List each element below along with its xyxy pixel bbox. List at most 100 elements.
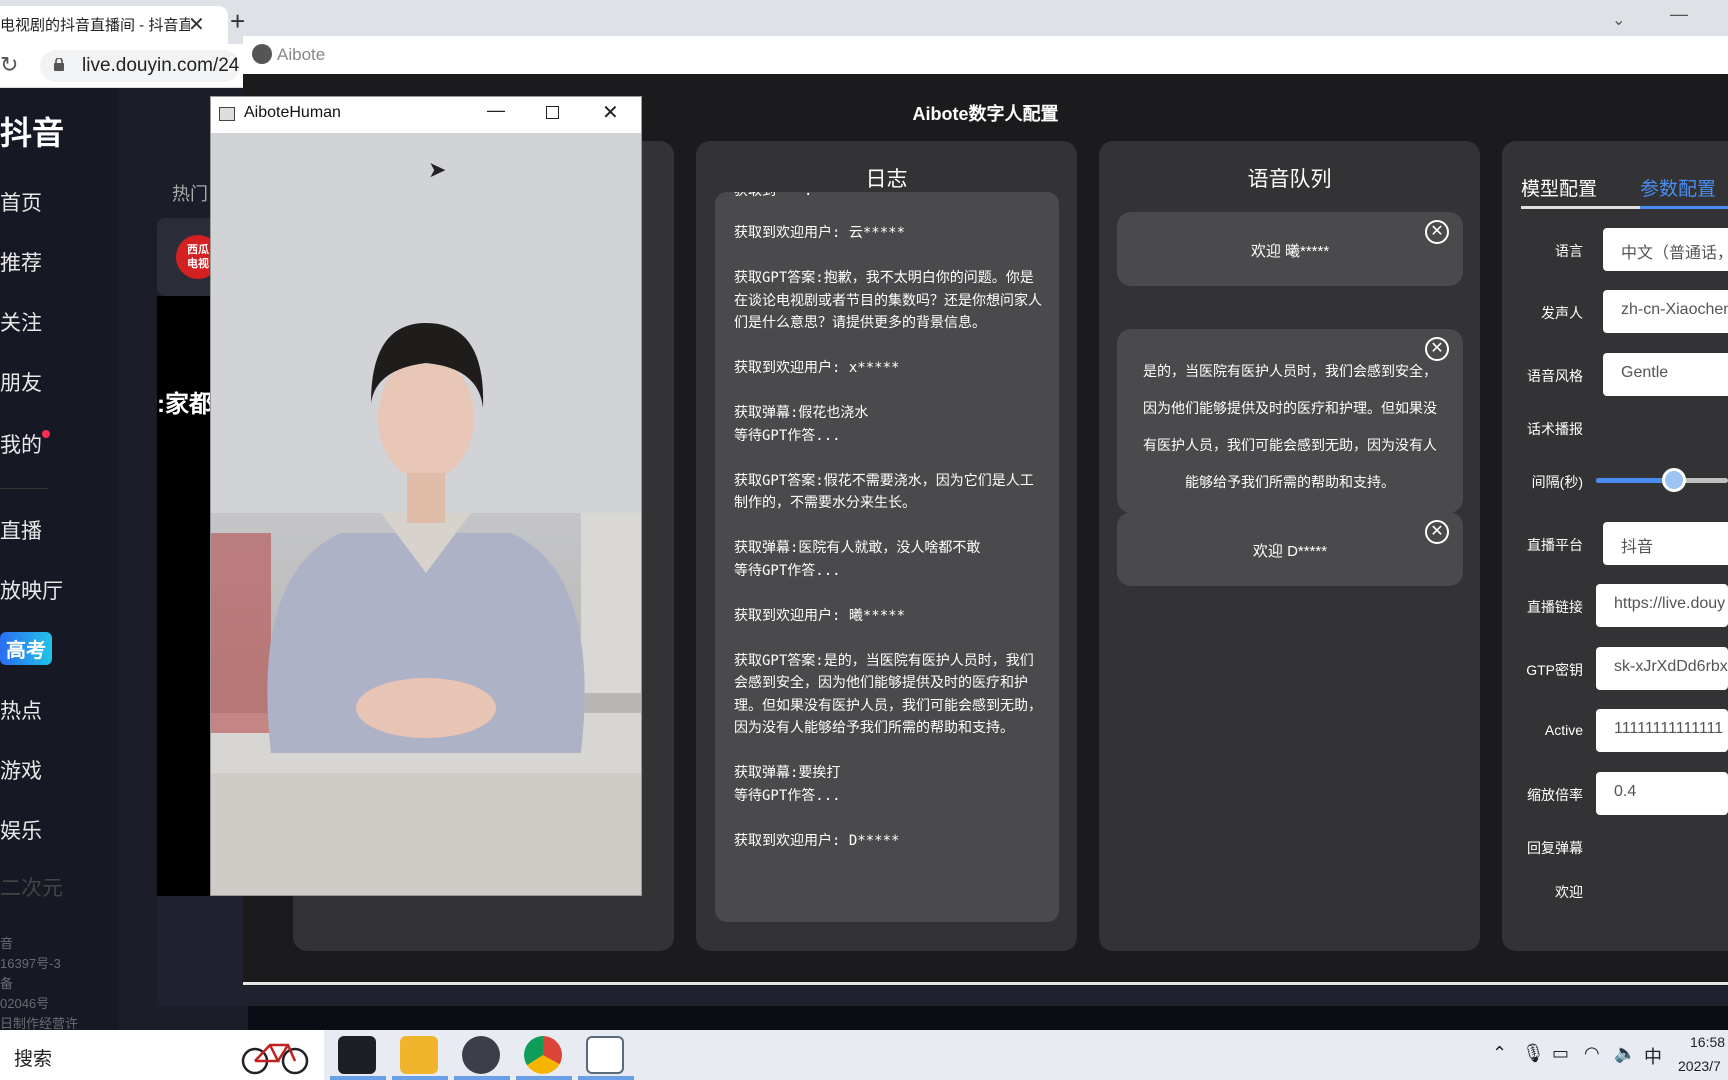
tab-model-config[interactable]: 模型配置	[1521, 174, 1597, 201]
log-text: 获取到欢迎用户: 云***** 获取GPT答案:抱歉，我不太明白你的问题。你是在…	[734, 225, 1042, 849]
lock-icon	[54, 58, 64, 71]
avatar-text: 西瓜 电视	[187, 244, 209, 270]
reply-danmu-label: 回复弹幕	[1527, 840, 1583, 856]
footer-line: 备	[0, 976, 14, 991]
tab-search-chevron-icon[interactable]: ⌄	[1612, 10, 1625, 30]
speaker-label: 发声人	[1541, 305, 1583, 321]
browser-tab-title: 电视剧的抖音直播间 - 抖音直	[0, 17, 190, 34]
queue-item: 是的，当医院有医护人员时，我们会感到安全，因为他们能够提供及时的医疗和护理。但如…	[1117, 329, 1463, 513]
active-label: Active	[1544, 722, 1583, 738]
minimize-button[interactable]: —	[487, 100, 505, 121]
window-bottom-border	[243, 982, 1728, 985]
log-partial-line: 获取到 :	[734, 192, 812, 200]
clock-date[interactable]: 2023/7	[1678, 1058, 1721, 1074]
new-tab-button[interactable]: +	[230, 6, 245, 37]
nav-divider	[0, 488, 48, 489]
nav-mine[interactable]: 我的	[0, 429, 42, 459]
aibote-app-icon[interactable]	[462, 1036, 500, 1074]
douyin-logo[interactable]: 抖音	[0, 108, 64, 154]
nav-games[interactable]: 游戏	[0, 755, 42, 785]
url-text[interactable]: live.douyin.com/24	[82, 55, 240, 77]
aibotehuman-app-icon[interactable]	[586, 1036, 624, 1074]
remove-icon[interactable]: ✕	[1425, 220, 1449, 244]
style-label: 语音风格	[1527, 368, 1583, 384]
digital-human-video	[211, 133, 641, 895]
nav-recommend[interactable]: 推荐	[0, 247, 42, 277]
footer-line: 02046号	[0, 996, 50, 1011]
nav-anime[interactable]: 二次元	[0, 872, 63, 902]
microphone-icon[interactable]: 🎙	[1522, 1043, 1545, 1064]
wifi-icon[interactable]: ◠	[1584, 1043, 1600, 1064]
footer-line: 16397号-3	[0, 956, 61, 971]
live-url-input[interactable]: https://live.douy	[1596, 584, 1728, 627]
notification-dot	[42, 430, 50, 438]
tray-overflow-icon[interactable]: ⌃	[1492, 1043, 1507, 1064]
language-label: 语言	[1555, 243, 1583, 259]
nav-entertainment[interactable]: 娱乐	[0, 815, 42, 845]
remove-icon[interactable]: ✕	[1425, 337, 1449, 361]
tab-param-config[interactable]: 参数配置	[1640, 174, 1716, 201]
nav-cinema[interactable]: 放映厅	[0, 575, 63, 605]
nav-gaokao[interactable]: 高考	[0, 632, 52, 665]
app-running-indicator	[516, 1076, 572, 1080]
queue-item: 欢迎 曦***** ✕	[1117, 212, 1463, 286]
maximize-button[interactable]	[546, 106, 559, 119]
clock-time[interactable]: 16:58	[1690, 1034, 1725, 1050]
app-running-indicator	[578, 1076, 634, 1080]
chrome-icon[interactable]	[524, 1036, 562, 1074]
zoom-input[interactable]: 0.4	[1596, 772, 1728, 815]
interval-label: 间隔(秒)	[1531, 474, 1583, 490]
digital-human-figure	[211, 133, 641, 895]
reload-icon[interactable]: ↻	[0, 52, 18, 78]
queue-item-text: 欢迎 D*****	[1252, 543, 1328, 560]
live-url-label: 直播链接	[1527, 599, 1583, 615]
language-select[interactable]: 中文（普通话，	[1603, 228, 1728, 271]
active-input[interactable]: 11111111111111	[1596, 709, 1728, 752]
queue-item-text: 是的，当医院有医护人员时，我们会感到安全，因为他们能够提供及时的医疗和护理。但如…	[1143, 363, 1437, 490]
volume-icon[interactable]: 🔈	[1614, 1043, 1636, 1064]
nav-live[interactable]: 直播	[0, 515, 42, 545]
aibote-titlebar	[243, 36, 1728, 74]
aibote-window-title: Aibote	[277, 45, 326, 64]
platform-label: 直播平台	[1527, 537, 1583, 553]
queue-item: 欢迎 D***** ✕	[1117, 512, 1463, 586]
nav-home[interactable]: 首页	[0, 187, 42, 217]
hot-section-label[interactable]: 热门	[172, 180, 208, 206]
nav-follow[interactable]: 关注	[0, 307, 42, 337]
camera-app-icon[interactable]	[338, 1036, 376, 1074]
app-running-indicator	[392, 1076, 448, 1080]
log-box[interactable]: 获取到 : 获取到欢迎用户: 云***** 获取GPT答案:抱歉，我不太明白你的…	[715, 192, 1059, 922]
footer-line: 音	[0, 936, 14, 951]
human-window-title: AiboteHuman	[244, 104, 341, 121]
nav-hot[interactable]: 热点	[0, 695, 42, 725]
speaker-select[interactable]: zh-cn-Xiaochen	[1603, 290, 1728, 333]
taskbar-search-text: 搜索	[14, 1049, 53, 1070]
battery-icon[interactable]: ▭	[1552, 1043, 1569, 1064]
douyin-footer: 音 16397号-3 备 02046号 日制作经营许	[0, 934, 78, 1034]
log-title: 日志	[865, 168, 908, 191]
window-app-icon	[219, 107, 235, 121]
ime-indicator[interactable]: 中	[1644, 1043, 1662, 1069]
remove-icon[interactable]: ✕	[1425, 520, 1449, 544]
aibote-logo-icon	[252, 44, 272, 64]
active-tab-indicator	[1640, 206, 1728, 209]
platform-select[interactable]: 抖音	[1603, 522, 1728, 565]
zoom-label: 缩放倍率	[1527, 787, 1583, 803]
close-button[interactable]: ✕	[602, 100, 619, 125]
queue-item-text: 欢迎 曦*****	[1250, 243, 1330, 260]
app-running-indicator	[454, 1076, 510, 1080]
tab-close-icon[interactable]: ✕	[188, 12, 205, 37]
queue-title: 语音队列	[1247, 168, 1332, 191]
app-running-indicator	[330, 1076, 386, 1080]
file-explorer-icon[interactable]	[400, 1036, 438, 1074]
script-broadcast-label: 话术播报	[1527, 421, 1583, 437]
interval-slider-thumb[interactable]	[1662, 468, 1686, 492]
mouse-cursor-icon: ➤	[428, 157, 447, 182]
welcome-label: 欢迎	[1555, 884, 1583, 900]
style-select[interactable]: Gentle	[1603, 353, 1728, 396]
nav-friends[interactable]: 朋友	[0, 367, 42, 397]
browser-minimize-button[interactable]: —	[1670, 4, 1688, 25]
gpt-key-label: GTP密钥	[1526, 662, 1583, 678]
gpt-key-input[interactable]: sk-xJrXdDd6rbx	[1596, 647, 1728, 690]
bicycle-icon	[241, 1043, 309, 1075]
